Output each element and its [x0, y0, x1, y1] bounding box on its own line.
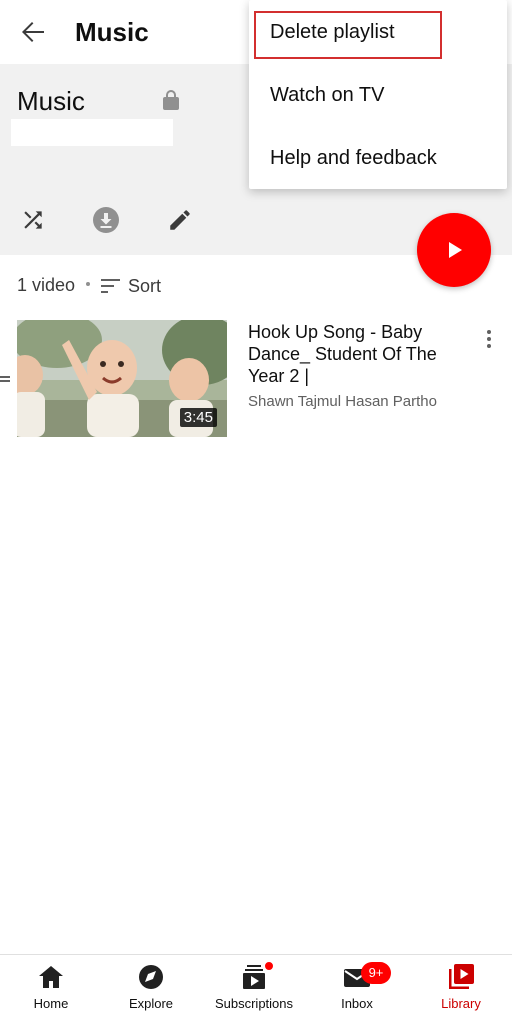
nav-item-explore[interactable]: Explore	[100, 955, 202, 1019]
home-icon	[39, 966, 63, 988]
nav-label: Library	[441, 996, 481, 1011]
system-gesture-bar	[0, 1018, 512, 1024]
nav-item-inbox[interactable]: Inbox	[306, 955, 408, 1019]
video-channel: Shawn Tajmul Hasan Partho	[248, 393, 437, 410]
arrow-back-icon	[22, 22, 44, 42]
notification-dot	[264, 961, 274, 971]
list-item[interactable]: 3:45 Hook Up Song - Baby Dance_ Student …	[0, 318, 512, 440]
shuffle-button[interactable]	[15, 202, 51, 238]
menu-item-label: Watch on TV	[270, 84, 385, 106]
download-button[interactable]	[88, 202, 124, 238]
separator-dot	[86, 282, 90, 286]
sort-button[interactable]: Sort	[101, 272, 161, 300]
inbox-badge: 9+	[361, 962, 391, 984]
nav-item-home[interactable]: Home	[0, 955, 102, 1019]
edit-button[interactable]	[162, 202, 198, 238]
play-icon	[449, 242, 462, 258]
video-thumbnail[interactable]: 3:45	[17, 320, 227, 437]
menu-item-label: Delete playlist	[270, 21, 395, 43]
more-options-button[interactable]	[477, 324, 501, 354]
lock-icon	[163, 90, 179, 110]
video-title[interactable]: Hook Up Song - Baby Dance_ Student Of Th…	[248, 321, 468, 387]
menu-item-delete-playlist[interactable]: Delete playlist	[249, 4, 507, 60]
video-count: 1 video	[17, 275, 76, 295]
menu-item-help-feedback[interactable]: Help and feedback	[249, 129, 507, 185]
list-toolbar: 1 video Sort	[0, 268, 512, 302]
menu-item-label: Help and feedback	[270, 147, 437, 169]
nav-label: Home	[33, 996, 69, 1011]
nav-label: Inbox	[341, 996, 373, 1011]
shuffle-icon	[24, 211, 42, 229]
playlist-description-redacted	[11, 119, 173, 146]
bottom-navigation: Home Explore Subscriptions Inbox 9+ Libr…	[0, 954, 512, 1018]
compass-icon	[139, 965, 163, 989]
library-icon	[449, 964, 474, 989]
menu-item-watch-on-tv[interactable]: Watch on TV	[249, 66, 507, 122]
playlist-screen: Music Music 1 video Sort 3:45 Hook Up So…	[0, 0, 512, 1024]
back-button[interactable]	[16, 16, 50, 48]
duration-badge: 3:45	[179, 408, 217, 427]
drag-handle-icon[interactable]	[0, 375, 10, 383]
pencil-icon	[170, 210, 190, 230]
nav-label: Explore	[128, 996, 174, 1011]
sort-label: Sort	[128, 275, 162, 296]
nav-label: Subscriptions	[214, 996, 294, 1011]
more-vert-icon	[487, 330, 491, 334]
overflow-menu: Delete playlist Watch on TV Help and fee…	[249, 0, 507, 189]
sort-icon	[101, 279, 120, 293]
nav-item-library[interactable]: Library	[410, 955, 512, 1019]
playlist-title: Music	[17, 86, 85, 116]
download-icon	[93, 207, 119, 233]
page-title: Music	[75, 17, 149, 47]
nav-item-subscriptions[interactable]: Subscriptions	[203, 955, 305, 1019]
